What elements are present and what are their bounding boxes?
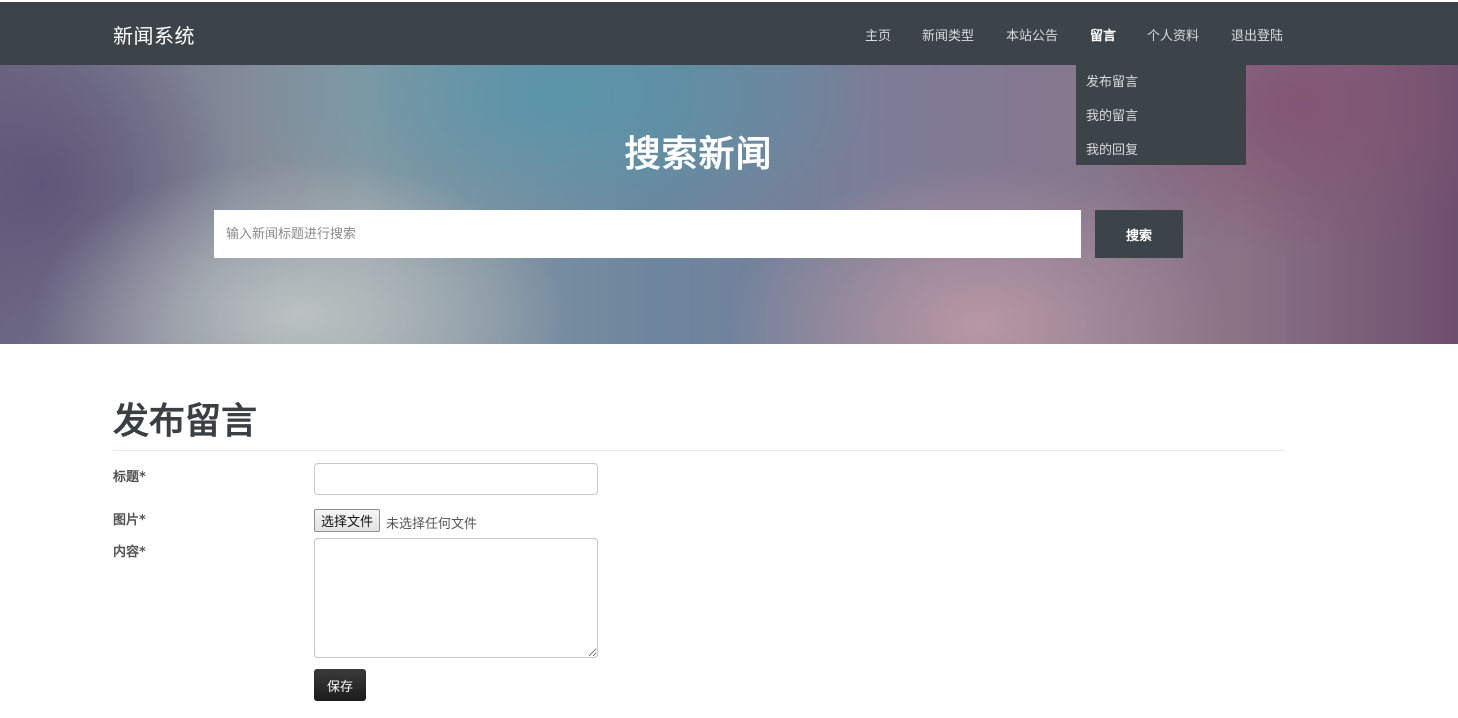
brand-logo[interactable]: 新闻系统 xyxy=(113,20,195,49)
messages-dropdown-menu: 发布留言 我的留言 我的回复 xyxy=(1076,65,1246,165)
search-input[interactable] xyxy=(214,210,1081,258)
content-label: 内容* xyxy=(113,545,146,560)
nav-item-profile[interactable]: 个人资料 xyxy=(1147,25,1199,44)
dropdown-item-my-replies[interactable]: 我的回复 xyxy=(1086,139,1138,158)
content-textarea[interactable] xyxy=(314,538,598,658)
nav-item-messages[interactable]: 留言 xyxy=(1090,25,1116,44)
choose-file-button[interactable]: 选择文件 xyxy=(314,509,381,532)
top-navbar: 新闻系统 主页 新闻类型 本站公告 留言 个人资料 退出登陆 xyxy=(0,2,1458,65)
file-status-text: 未选择任何文件 xyxy=(386,517,478,532)
nav-item-announcements[interactable]: 本站公告 xyxy=(1006,25,1058,44)
page-title: 发布留言 xyxy=(113,401,258,442)
search-button[interactable]: 搜索 xyxy=(1095,210,1183,258)
title-label: 标题* xyxy=(113,470,146,485)
nav-item-home[interactable]: 主页 xyxy=(865,25,891,44)
save-button[interactable]: 保存 xyxy=(314,669,366,701)
title-divider xyxy=(113,450,1284,451)
dropdown-item-my-messages[interactable]: 我的留言 xyxy=(1086,105,1138,124)
nav-item-logout[interactable]: 退出登陆 xyxy=(1231,25,1283,44)
dropdown-item-post-message[interactable]: 发布留言 xyxy=(1086,71,1138,90)
nav-item-news-types[interactable]: 新闻类型 xyxy=(922,25,974,44)
title-input[interactable] xyxy=(314,463,598,495)
image-label: 图片* xyxy=(113,513,146,528)
